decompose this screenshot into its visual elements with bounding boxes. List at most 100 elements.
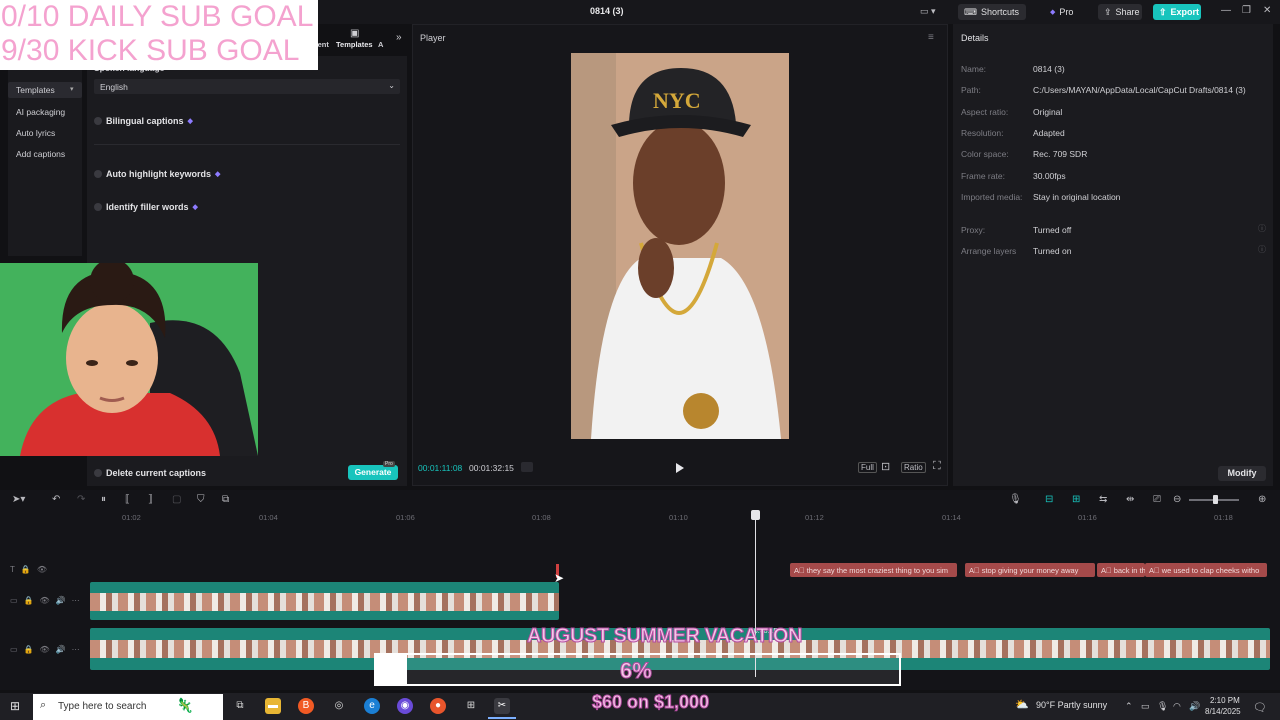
share-button[interactable]: ⇪ Share: [1098, 4, 1142, 20]
detail-value: Original: [1033, 107, 1063, 117]
delete-captions-label: Delete current captions: [106, 468, 207, 478]
redo-icon[interactable]: ↷: [77, 494, 85, 505]
layout-icon[interactable]: ▭ ▾: [920, 6, 936, 17]
text-track-controls[interactable]: T🔒👁: [10, 565, 53, 574]
checkbox-icon[interactable]: [94, 170, 102, 178]
detail-key: Name:: [961, 64, 987, 74]
ai-tool-icon[interactable]: ⧉: [222, 494, 229, 505]
task-view-icon[interactable]: ⧉: [232, 698, 248, 714]
magnet-icon[interactable]: ⊞: [1072, 494, 1080, 505]
modify-button[interactable]: Modify: [1218, 466, 1266, 481]
caption-clip[interactable]: A⃞ we used to clap cheeks witho: [1145, 563, 1267, 577]
export-button[interactable]: ⇧ Export: [1153, 4, 1201, 20]
filler-label: Identify filler words: [106, 202, 189, 212]
active-app-indicator: [488, 717, 516, 719]
info-icon[interactable]: ⓘ: [1258, 223, 1266, 234]
delete-icon[interactable]: ▢: [172, 494, 181, 505]
playhead-handle[interactable]: [751, 510, 760, 520]
wifi-icon[interactable]: ◠: [1173, 701, 1181, 712]
network-icon[interactable]: ▭: [1141, 701, 1150, 712]
undo-icon[interactable]: ↶: [52, 494, 60, 505]
video-preview[interactable]: NYC: [571, 53, 789, 439]
ratio-button[interactable]: Ratio: [901, 462, 926, 473]
close-icon[interactable]: ✕: [1263, 5, 1271, 16]
main-track-controls[interactable]: ▭🔒👁🔊⋯: [10, 645, 86, 654]
checkbox-icon[interactable]: [94, 469, 102, 477]
caption-clip[interactable]: A⃞ stop giving your money away: [965, 563, 1095, 577]
fullscreen-icon[interactable]: ⛶: [933, 460, 941, 473]
taskbar-search-box[interactable]: Type here to search: [33, 694, 223, 720]
share-icon: ⇪: [1104, 6, 1112, 17]
language-select[interactable]: English ⌄: [94, 79, 400, 94]
delete-captions-option[interactable]: Delete current captions: [94, 468, 206, 478]
detail-value: C:/Users/MAYAN/AppData/Local/CapCut Draf…: [1033, 85, 1246, 95]
caption-clip[interactable]: A⃞ back in th: [1097, 563, 1145, 577]
zoom-fit-icon[interactable]: ⊡: [881, 460, 890, 473]
full-quality-button[interactable]: Full: [858, 462, 877, 473]
linkage-icon[interactable]: ⇆: [1099, 494, 1107, 505]
generate-button[interactable]: Generate: [348, 465, 398, 480]
info-icon[interactable]: ⓘ: [1258, 244, 1266, 255]
preview-axis-icon[interactable]: ⇹: [1126, 494, 1134, 505]
auto-highlight-option[interactable]: Auto highlight keywords ◆: [94, 169, 220, 179]
volume-icon[interactable]: 🔊: [1189, 701, 1200, 712]
file-explorer-icon[interactable]: ▬: [265, 698, 281, 714]
timecode-toggle-icon[interactable]: [521, 462, 533, 472]
chevron-up-icon[interactable]: ⌃: [1125, 701, 1133, 712]
edge-browser-icon[interactable]: e: [364, 698, 380, 714]
detail-value: 30.00fps: [1033, 171, 1066, 181]
screen-icon[interactable]: ⎚: [1153, 494, 1161, 505]
restore-icon[interactable]: ❐: [1242, 5, 1251, 16]
shortcuts-button[interactable]: ⌨ Shortcuts: [958, 4, 1026, 20]
bilingual-captions-option[interactable]: Bilingual captions ◆: [94, 116, 193, 126]
detail-value: Turned on: [1033, 246, 1072, 256]
pro-gem-icon: ◆: [192, 204, 198, 211]
menu-icon[interactable]: ≡: [928, 32, 934, 43]
checkbox-icon[interactable]: [94, 117, 102, 125]
zoom-out-icon[interactable]: ⊖: [1173, 494, 1181, 505]
split-right-icon[interactable]: ⟧: [148, 494, 153, 505]
pro-gem-icon: ◆: [187, 118, 193, 125]
play-icon[interactable]: [675, 462, 685, 474]
player-title: Player: [420, 33, 446, 43]
windows-start-icon[interactable]: ⊞: [10, 699, 20, 713]
tab-a[interactable]: A: [378, 40, 383, 49]
clock-time[interactable]: 2:10 PM: [1210, 696, 1240, 705]
filler-words-option[interactable]: Identify filler words ◆: [94, 202, 198, 212]
brave-browser-icon[interactable]: B: [298, 698, 314, 714]
highlight-label: Auto highlight keywords: [106, 169, 211, 179]
nav-item-add-captions[interactable]: Add captions: [16, 149, 65, 159]
microphone-icon[interactable]: 🎙: [1157, 701, 1168, 712]
zoom-slider-handle[interactable]: [1213, 495, 1218, 504]
steam-icon[interactable]: ◎: [331, 698, 347, 714]
tab-templates[interactable]: Templates: [336, 40, 373, 49]
clip-thumbnails: [90, 593, 559, 611]
tick-label: 01:12: [805, 513, 824, 522]
firefox-icon[interactable]: ●: [430, 698, 446, 714]
discord-icon[interactable]: ◉: [397, 698, 413, 714]
clock-date[interactable]: 8/14/2025: [1205, 707, 1241, 716]
app-icon[interactable]: ⊞: [463, 698, 479, 714]
video-track-controls[interactable]: ▭🔒👁🔊⋯: [10, 596, 86, 605]
select-tool-icon[interactable]: ➤▾: [12, 494, 25, 505]
pro-button[interactable]: ◆ Pro: [1044, 4, 1082, 20]
split-icon[interactable]: ⏸: [101, 494, 106, 505]
weather-text[interactable]: 90°F Partly sunny: [1036, 700, 1107, 710]
zoom-in-icon[interactable]: ⊕: [1258, 494, 1266, 505]
nav-item-auto-lyrics[interactable]: Auto lyrics: [16, 128, 55, 138]
expand-icon[interactable]: »: [396, 32, 402, 43]
mask-icon[interactable]: ⛉: [197, 494, 205, 505]
vacation-progress-percent: 6%: [620, 658, 653, 684]
capcut-icon[interactable]: ✂: [494, 698, 510, 714]
microphone-icon[interactable]: 🎙: [1009, 494, 1022, 505]
nav-item-ai-packaging[interactable]: AI packaging: [16, 107, 65, 117]
bilingual-language-select[interactable]: [94, 131, 400, 145]
checkbox-icon[interactable]: [94, 203, 102, 211]
caption-clip[interactable]: A⃞ they say the most craziest thing to y…: [790, 563, 957, 577]
split-left-icon[interactable]: ⟦: [125, 494, 130, 505]
link-clips-icon[interactable]: ⊟: [1045, 494, 1053, 505]
video-clip[interactable]: [90, 582, 559, 620]
minimize-icon[interactable]: —: [1221, 5, 1231, 16]
webcam-overlay: [0, 263, 258, 456]
notification-icon[interactable]: 🗨: [1253, 701, 1267, 714]
